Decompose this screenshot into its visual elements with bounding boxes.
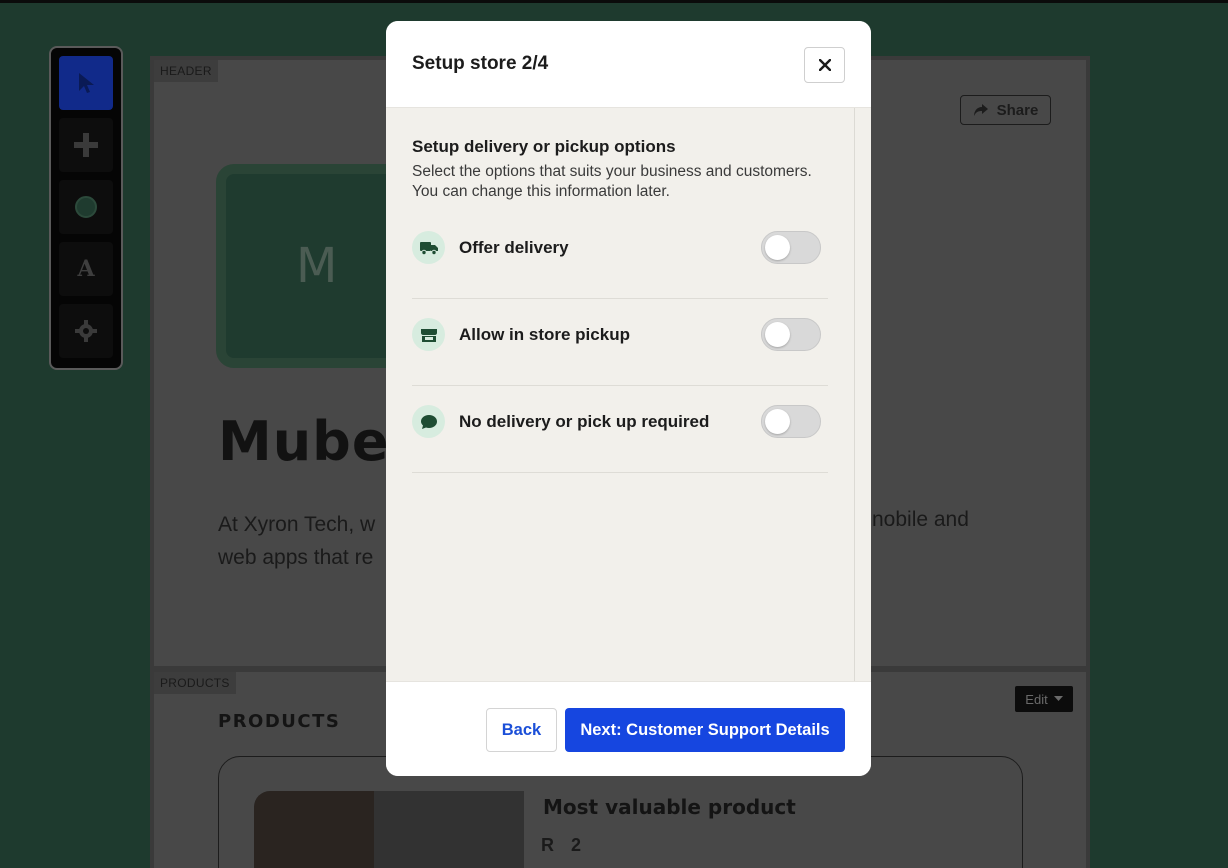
no-delivery-toggle[interactable] <box>761 405 821 438</box>
edit-label: Edit <box>1025 691 1048 707</box>
section-description: Select the options that suits your busin… <box>412 163 812 200</box>
chat-icon <box>420 414 437 429</box>
modal-body: Setup delivery or pickup options Select … <box>386 108 871 681</box>
circle-icon <box>75 196 97 218</box>
option-offer-delivery: Offer delivery <box>412 212 828 299</box>
option-label: No delivery or pick up required <box>459 412 710 431</box>
header-section-tag: HEADER <box>154 60 218 82</box>
option-label: Allow in store pickup <box>459 325 630 344</box>
product-name: Most valuable product <box>543 795 796 819</box>
text-tool-button[interactable]: A <box>59 242 113 296</box>
text-icon: A <box>77 256 95 282</box>
back-button[interactable]: Back <box>486 708 557 752</box>
truck-icon <box>419 241 438 255</box>
option-label: Offer delivery <box>459 238 569 257</box>
close-button[interactable] <box>804 47 845 83</box>
cursor-icon <box>79 73 94 93</box>
hero-text-right-fragment: nobile and <box>872 508 969 531</box>
pointer-tool-button[interactable] <box>59 56 113 110</box>
product-image <box>254 791 524 868</box>
logo-letter: M <box>296 238 338 294</box>
add-tool-button[interactable] <box>59 118 113 172</box>
product-price: R 2 <box>541 835 588 855</box>
next-button[interactable]: Next: Customer Support Details <box>565 708 845 752</box>
modal-title: Setup store 2/4 <box>412 53 549 74</box>
share-icon <box>973 104 988 116</box>
modal-header: Setup store 2/4 <box>386 21 871 108</box>
scrollbar[interactable] <box>854 108 855 681</box>
plus-icon <box>74 133 98 157</box>
products-title[interactable]: PRODUCTS <box>218 711 340 732</box>
setup-store-modal: Setup store 2/4 Setup delivery or pickup… <box>386 21 871 776</box>
products-edit-button[interactable]: Edit <box>1015 686 1073 712</box>
option-store-pickup: Allow in store pickup <box>412 299 828 386</box>
share-label: Share <box>996 101 1039 119</box>
share-button[interactable]: Share <box>960 95 1051 125</box>
logo-placeholder[interactable]: M <box>216 164 406 368</box>
editor-toolbar: A <box>49 46 123 370</box>
settings-tool-button[interactable] <box>59 304 113 358</box>
store-pickup-toggle[interactable] <box>761 318 821 351</box>
products-section-tag: PRODUCTS <box>154 672 236 694</box>
caret-down-icon <box>1053 696 1063 701</box>
gear-icon <box>75 320 97 342</box>
hero-title[interactable]: Mube <box>218 410 389 473</box>
window-top-edge <box>0 0 1228 3</box>
store-icon <box>420 328 437 342</box>
shape-tool-button[interactable] <box>59 180 113 234</box>
offer-delivery-toggle[interactable] <box>761 231 821 264</box>
section-title: Setup delivery or pickup options <box>412 137 676 156</box>
close-icon <box>818 59 831 71</box>
option-no-delivery: No delivery or pick up required <box>412 386 828 473</box>
modal-footer: Back Next: Customer Support Details <box>386 681 871 776</box>
